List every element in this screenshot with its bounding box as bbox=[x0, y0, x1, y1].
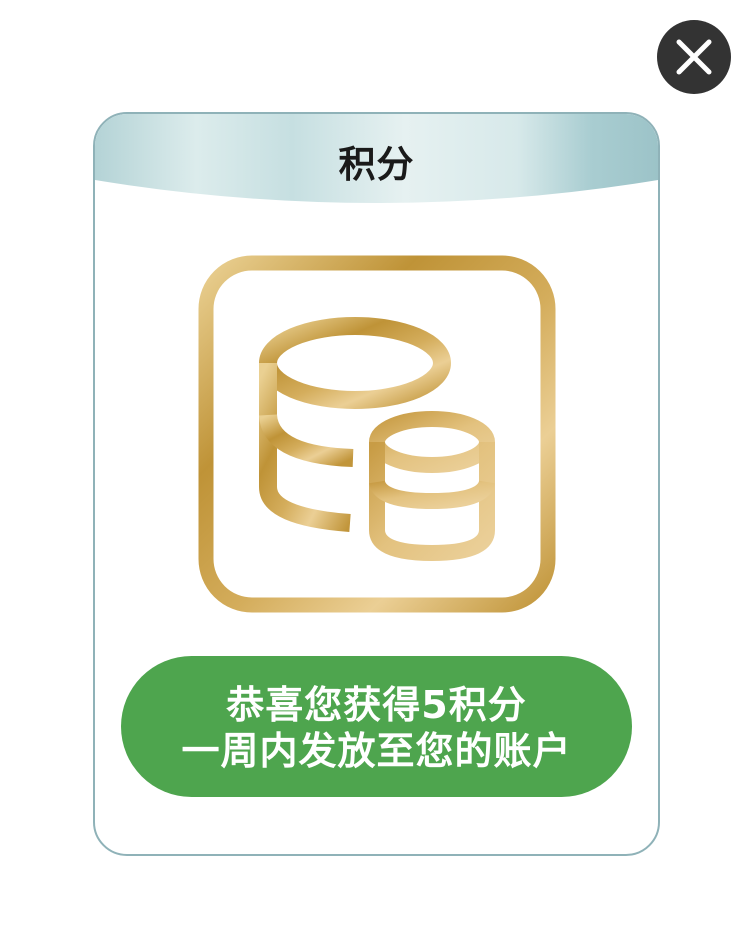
reward-message-banner: 恭喜您获得5积分 一周内发放至您的账户 bbox=[121, 656, 632, 797]
coin-stack-icon bbox=[198, 255, 556, 613]
close-button[interactable] bbox=[657, 20, 731, 94]
reward-message-line-2: 一周内发放至您的账户 bbox=[181, 729, 572, 773]
dialog-title: 积分 bbox=[338, 143, 415, 186]
points-reward-dialog-screen: 积分 恭喜您获得5积分 一周内发放至您的账户 bbox=[0, 0, 750, 941]
close-icon bbox=[676, 39, 712, 75]
reward-message-line-1: 恭喜您获得5积分 bbox=[226, 683, 527, 727]
dialog-header: 积分 bbox=[95, 114, 658, 214]
points-dialog-card: 积分 恭喜您获得5积分 一周内发放至您的账户 bbox=[93, 112, 660, 856]
